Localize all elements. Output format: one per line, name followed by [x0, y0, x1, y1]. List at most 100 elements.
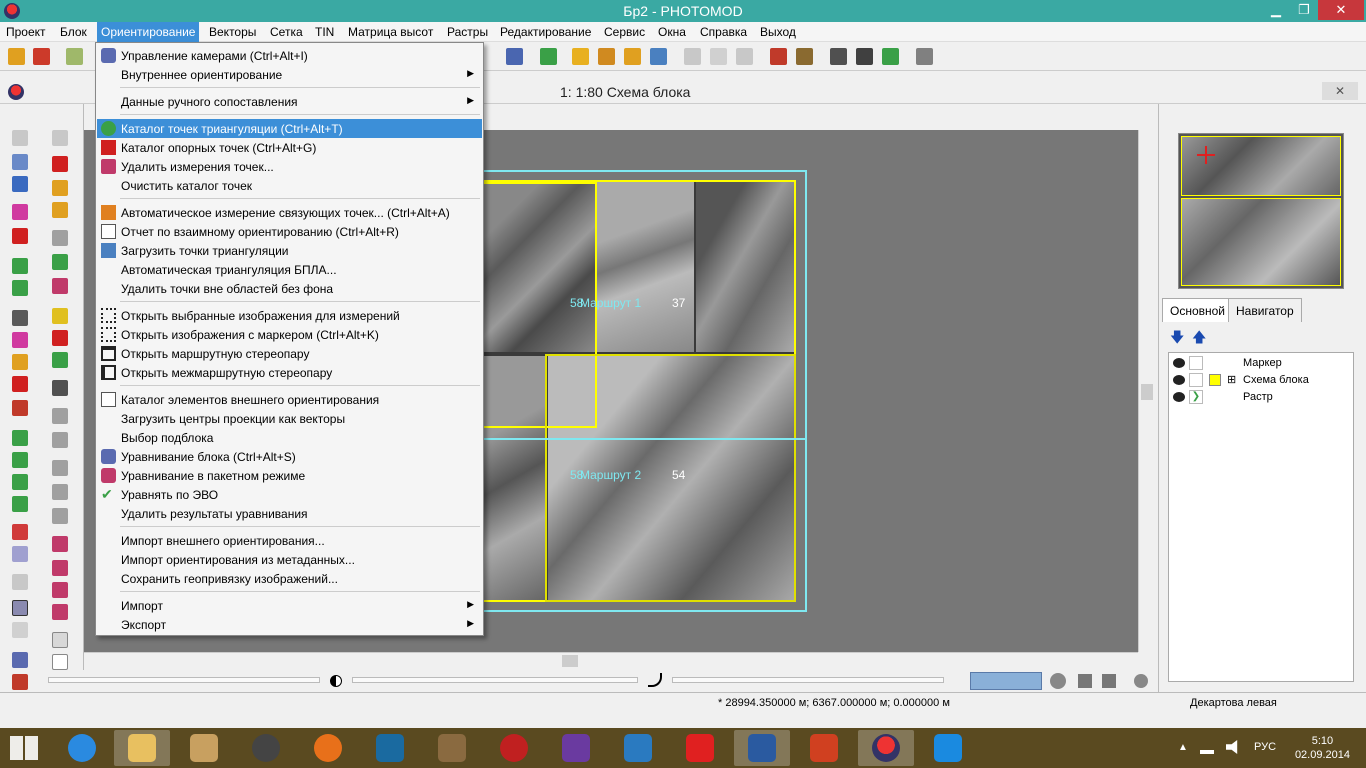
contrast-slider[interactable] — [352, 677, 638, 683]
vscroll-thumb[interactable] — [1141, 384, 1153, 400]
layer-block-scheme[interactable]: ⊞ Схема блока — [1169, 372, 1353, 389]
subwindow-close-button[interactable]: ✕ — [1322, 82, 1358, 100]
menu-help[interactable]: Справка — [700, 25, 747, 39]
tool-1-icon[interactable] — [12, 154, 28, 170]
tool-b12-icon[interactable] — [52, 432, 68, 448]
copy-icon[interactable] — [710, 48, 727, 65]
volume-icon[interactable] — [1226, 740, 1238, 754]
menu-dem[interactable]: Матрица высот — [348, 25, 433, 39]
tool-b2-icon[interactable] — [52, 180, 68, 196]
tool-2-icon[interactable] — [12, 176, 28, 192]
gamma-slider[interactable] — [672, 677, 944, 683]
taskbar-app-7[interactable] — [424, 730, 480, 766]
move-up-icon[interactable]: 🡅 — [1192, 330, 1206, 344]
panel-close-icon[interactable] — [12, 130, 28, 146]
tool-10-icon[interactable] — [12, 376, 28, 392]
layer-marker[interactable]: Маркер — [1169, 355, 1353, 372]
tool-b4-icon[interactable] — [52, 230, 68, 246]
tool-17-icon[interactable] — [12, 546, 28, 562]
maximize-button[interactable]: ❐ — [1290, 0, 1318, 20]
menu-project[interactable]: Проект — [6, 25, 46, 39]
tool-b9-icon[interactable] — [52, 352, 68, 368]
menu-item-interior-orientation[interactable]: Внутреннее ориентирование ▶ — [97, 65, 482, 84]
menu-service[interactable]: Сервис — [604, 25, 645, 39]
menu-exit[interactable]: Выход — [760, 25, 796, 39]
tool-18-icon[interactable] — [12, 674, 28, 690]
text-icon[interactable] — [52, 654, 68, 670]
menu-windows[interactable]: Окна — [658, 25, 686, 39]
points-icon[interactable] — [796, 48, 813, 65]
menu-item-import[interactable]: Импорт ▶ — [97, 596, 482, 615]
tool-3-icon[interactable] — [12, 204, 28, 220]
expand-icon[interactable]: ⊞ — [1227, 373, 1236, 386]
taskbar-app-10[interactable] — [610, 730, 666, 766]
menu-item-save-georeference[interactable]: Сохранить геопривязку изображений... — [97, 569, 482, 588]
menu-item-interroute-stereopair[interactable]: Открыть межмаршрутную стереопару — [97, 363, 482, 382]
tool-6-icon[interactable] — [12, 280, 28, 296]
taskbar-ie[interactable] — [54, 730, 110, 766]
tool-7-icon[interactable] — [12, 310, 28, 326]
window-icon[interactable] — [830, 48, 847, 65]
taskbar-ie-2[interactable] — [920, 730, 976, 766]
tool-b5-icon[interactable] — [52, 254, 68, 270]
minimize-button[interactable]: ▁ — [1262, 0, 1290, 20]
move-down-icon[interactable]: 🡇 — [1170, 330, 1184, 344]
windows-icon[interactable] — [856, 48, 873, 65]
overview-map[interactable] — [1178, 133, 1344, 289]
taskbar-word[interactable] — [734, 730, 790, 766]
menu-item-adjust-by-eo[interactable]: ✔ Уравнять по ЭВО — [97, 485, 482, 504]
windows-start-icon[interactable] — [10, 736, 38, 760]
add-point-icon[interactable] — [770, 48, 787, 65]
tool-b14-icon[interactable] — [52, 484, 68, 500]
undo-icon[interactable] — [684, 48, 701, 65]
redo-icon[interactable] — [736, 48, 753, 65]
menu-item-delete-adjustment[interactable]: Удалить результаты уравнивания — [97, 504, 482, 523]
refresh-icon[interactable] — [882, 48, 899, 65]
settings-icon[interactable] — [916, 48, 933, 65]
layer-raster[interactable]: ❯ Растр — [1169, 389, 1353, 406]
folder-add-icon[interactable] — [598, 48, 615, 65]
menu-item-block-adjustment[interactable]: Уравнивание блока (Ctrl+Alt+S) — [97, 447, 482, 466]
visibility-eye-icon[interactable] — [1173, 358, 1185, 368]
menu-item-auto-tie-points[interactable]: Автоматическое измерение связующих точек… — [97, 203, 482, 222]
taskbar-photomod[interactable] — [858, 730, 914, 766]
stereo-3d-icon[interactable] — [52, 536, 68, 552]
taskbar-app-8[interactable] — [486, 730, 542, 766]
tool-b6-icon[interactable] — [52, 278, 68, 294]
menu-item-load-projection-centers[interactable]: Загрузить центры проекции как векторы — [97, 409, 482, 428]
bar-tool-3-icon[interactable] — [1134, 674, 1148, 688]
menu-item-load-triangulation[interactable]: Загрузить точки триангуляции — [97, 241, 482, 260]
menu-item-control-points[interactable]: Каталог опорных точек (Ctrl+Alt+G) — [97, 138, 482, 157]
menu-item-relative-report[interactable]: Отчет по взаимному ориентированию (Ctrl+… — [97, 222, 482, 241]
visibility-eye-icon[interactable] — [1173, 375, 1185, 385]
edit-toggle[interactable] — [1189, 356, 1203, 370]
menu-tin[interactable]: TIN — [315, 25, 334, 39]
taskbar-app-3[interactable] — [176, 730, 232, 766]
tool-13-icon[interactable] — [12, 452, 28, 468]
taskbar-yandex[interactable] — [672, 730, 728, 766]
visibility-eye-icon[interactable] — [1173, 392, 1185, 402]
polygon-icon[interactable] — [12, 622, 28, 638]
menu-item-open-marker-images[interactable]: Открыть изображения с маркером (Ctrl+Alt… — [97, 325, 482, 344]
menu-edit[interactable]: Редактирование — [500, 25, 591, 39]
tab-main[interactable]: Основной — [1162, 298, 1234, 322]
menu-item-delete-outside-points[interactable]: Удалить точки вне областей без фона — [97, 279, 482, 298]
tool-8-icon[interactable] — [12, 332, 28, 348]
stereo-2d-b-icon[interactable] — [52, 604, 68, 620]
vertical-scrollbar[interactable] — [1138, 130, 1155, 652]
input-language[interactable]: РУС — [1254, 741, 1276, 753]
menu-item-clear-catalog[interactable]: Очистить каталог точек — [97, 176, 482, 195]
stereo-2d-icon[interactable] — [52, 560, 68, 576]
tool-16-icon[interactable] — [12, 524, 28, 540]
brightness-slider[interactable] — [48, 677, 320, 683]
table-icon[interactable] — [52, 632, 68, 648]
tray-chevron-icon[interactable]: ▲ — [1178, 742, 1188, 753]
tool-b11-icon[interactable] — [52, 408, 68, 424]
menu-item-import-eo[interactable]: Импорт внешнего ориентирования... — [97, 531, 482, 550]
menu-rasters[interactable]: Растры — [447, 25, 488, 39]
menu-item-manual-matching[interactable]: Данные ручного сопоставления ▶ — [97, 92, 482, 111]
taskbar-app-4[interactable] — [238, 730, 294, 766]
view-mode-buttons[interactable] — [970, 672, 1042, 690]
tool-5-icon[interactable] — [12, 258, 28, 274]
menu-item-select-subblock[interactable]: Выбор подблока — [97, 428, 482, 447]
